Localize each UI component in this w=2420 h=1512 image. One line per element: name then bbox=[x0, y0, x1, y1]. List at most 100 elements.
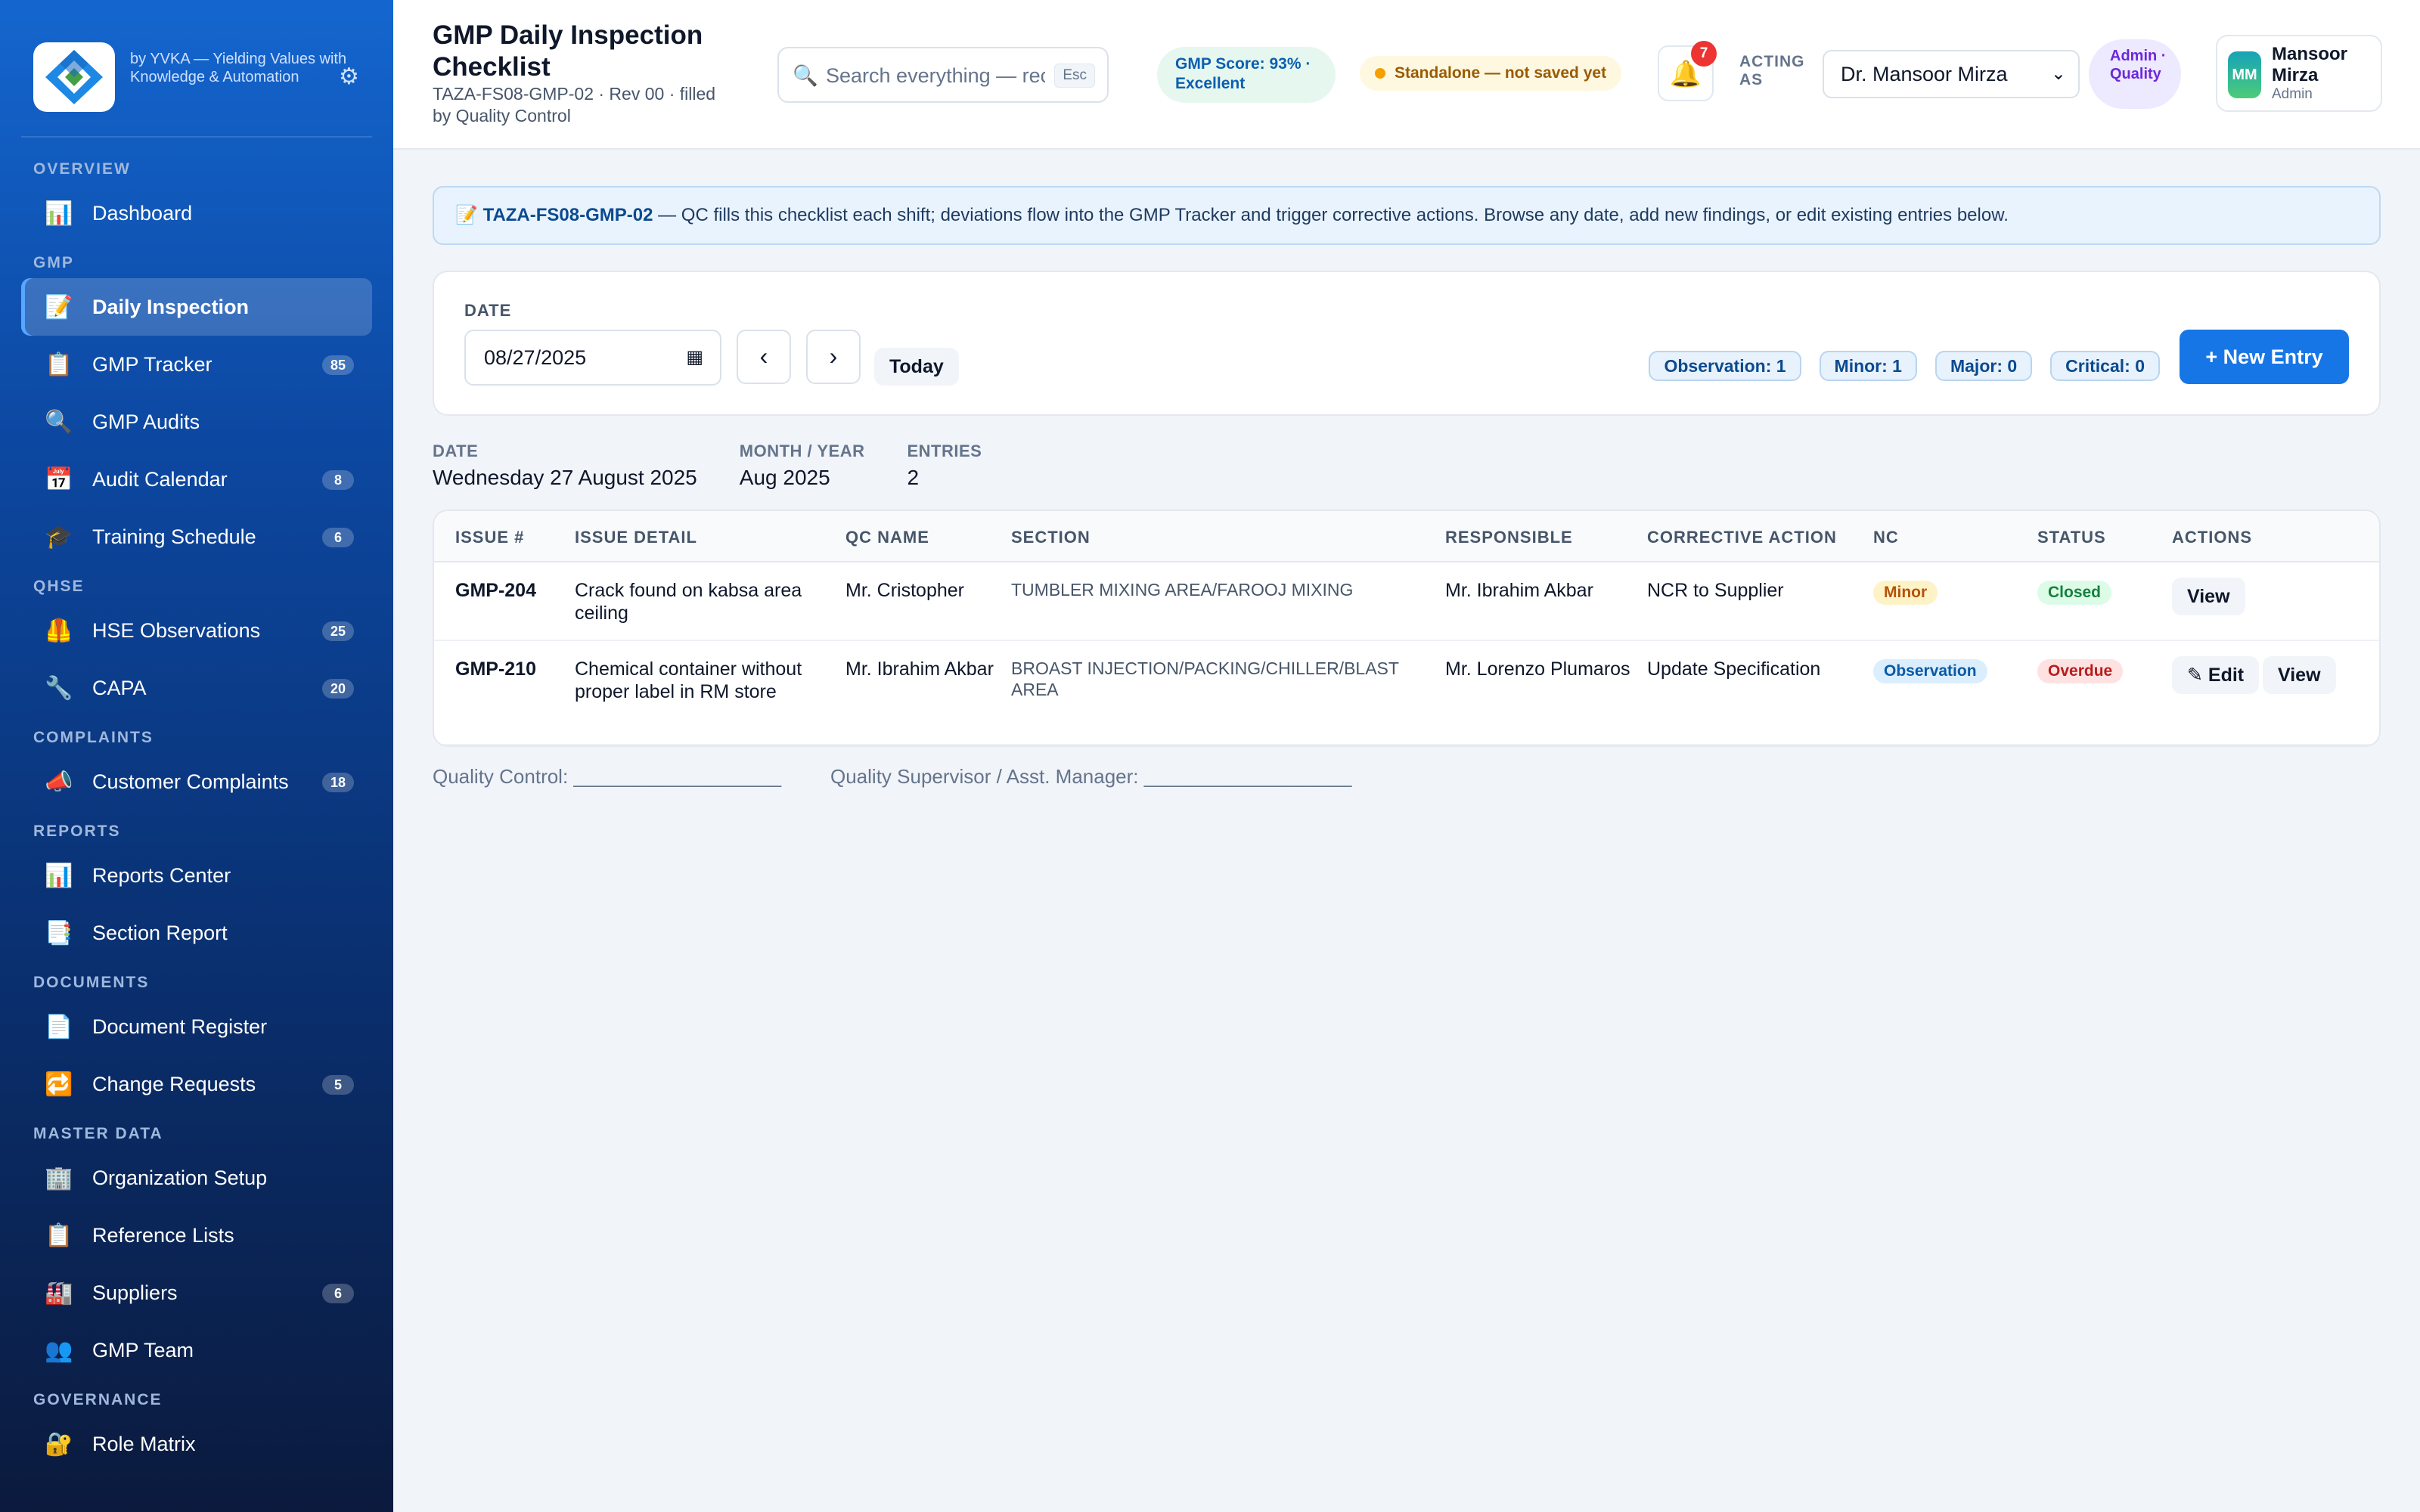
corrective-action: Update Specification bbox=[1647, 658, 1821, 680]
issue-detail: Chemical container without proper label … bbox=[575, 658, 802, 702]
summary-item: MONTH / YEAR Aug 2025 bbox=[740, 442, 865, 490]
sidebar-item-label: GMP Audits bbox=[92, 410, 200, 433]
severity-chip: Observation: 1 bbox=[1649, 351, 1801, 381]
summary-value: Wednesday 27 August 2025 bbox=[433, 466, 697, 489]
edit-button[interactable]: ✎ Edit bbox=[2172, 656, 2260, 694]
app-logo[interactable] bbox=[33, 42, 115, 112]
sidebar: by YVKA — Yielding Values with Knowledge… bbox=[0, 0, 393, 1512]
today-button[interactable]: Today bbox=[874, 348, 959, 386]
sidebar-item-gmp-team[interactable]: 👥 GMP Team bbox=[21, 1321, 372, 1379]
status-badge: Overdue bbox=[2037, 659, 2124, 683]
table-row[interactable]: GMP-204 Crack found on kabsa area ceiling… bbox=[434, 562, 2379, 641]
standalone-status: Standalone — not saved yet bbox=[1360, 56, 1622, 91]
capa-icon: 🔧 bbox=[45, 675, 73, 701]
notification-count-badge: 7 bbox=[1691, 41, 1717, 67]
nav-section-title: GMP bbox=[33, 254, 74, 271]
view-button[interactable]: View bbox=[2172, 578, 2245, 615]
change-requests-icon: 🔁 bbox=[45, 1071, 73, 1097]
sidebar-item-hse-observations[interactable]: 🦺 HSE Observations 25 bbox=[21, 602, 372, 659]
sidebar-item-label: Organization Setup bbox=[92, 1166, 268, 1189]
sidebar-item-daily-inspection[interactable]: 📝 Daily Inspection bbox=[21, 278, 372, 336]
sidebar-item-dashboard[interactable]: 📊 Dashboard bbox=[21, 184, 372, 242]
user-name: Mansoor Mirza bbox=[2272, 44, 2348, 85]
count-badge: 5 bbox=[322, 1075, 354, 1095]
sidebar-item-label: Daily Inspection bbox=[92, 295, 250, 318]
responsible-person: Mr. Ibrahim Akbar bbox=[1445, 580, 1593, 601]
sidebar-item-audit-calendar[interactable]: 📅 Audit Calendar 8 bbox=[21, 451, 372, 508]
sidebar-item-label: HSE Observations bbox=[92, 618, 261, 642]
count-badge: 20 bbox=[322, 679, 354, 699]
prev-day-button[interactable]: ‹ bbox=[737, 330, 791, 384]
view-button[interactable]: View bbox=[2263, 656, 2336, 694]
nav-section-title: DOCUMENTS bbox=[33, 974, 150, 991]
sidebar-item-document-register[interactable]: 📄 Document Register bbox=[21, 998, 372, 1055]
gear-icon[interactable]: ⚙ bbox=[339, 64, 359, 90]
count-badge: 18 bbox=[322, 773, 354, 792]
sidebar-item-label: GMP Tracker bbox=[92, 352, 213, 376]
sidebar-item-label: Document Register bbox=[92, 1015, 268, 1038]
sidebar-item-reference-lists[interactable]: 📋 Reference Lists bbox=[21, 1207, 372, 1264]
date-filter-card: DATE 08/27/2025 ▦ ‹ › Today Observation:… bbox=[433, 271, 2381, 416]
sidebar-item-customer-complaints[interactable]: 📣 Customer Complaints 18 bbox=[21, 753, 372, 810]
count-badge: 25 bbox=[322, 621, 354, 641]
count-badge: 6 bbox=[322, 528, 354, 547]
sidebar-item-label: Change Requests bbox=[92, 1072, 256, 1095]
summary-value: Aug 2025 bbox=[739, 466, 830, 489]
column-header-nc: NC bbox=[1873, 528, 1899, 547]
sidebar-item-reports-center[interactable]: 📊 Reports Center bbox=[21, 847, 372, 904]
nav-section-title: GOVERNANCE bbox=[33, 1391, 163, 1408]
sidebar-item-label: CAPA bbox=[92, 676, 147, 699]
search-input[interactable] bbox=[826, 60, 1045, 91]
column-header-corrective-action: CORRECTIVE ACTION bbox=[1647, 528, 1837, 547]
count-badge: 85 bbox=[322, 355, 354, 375]
gmp-tracker-icon: 📋 bbox=[45, 352, 73, 377]
status-dot-icon bbox=[1375, 68, 1385, 79]
nav-section-title: COMPLAINTS bbox=[33, 729, 154, 746]
banner-text: — QC fills this checklist each shift; de… bbox=[653, 205, 2009, 225]
document-register-icon: 📄 bbox=[45, 1014, 73, 1040]
brand-tagline: by YVKA — Yielding Values with Knowledge… bbox=[130, 51, 347, 85]
sidebar-item-label: Customer Complaints bbox=[92, 770, 289, 793]
acting-as-select[interactable]: Dr. Mansoor Mirza ⌄ bbox=[1823, 50, 2080, 98]
sidebar-item-change-requests[interactable]: 🔁 Change Requests 5 bbox=[21, 1055, 372, 1113]
column-header-status: STATUS bbox=[2037, 528, 2106, 547]
user-menu[interactable]: MM Mansoor Mirza Admin bbox=[2216, 35, 2382, 112]
sidebar-item-suppliers[interactable]: 🏭 Suppliers 6 bbox=[21, 1264, 372, 1321]
next-day-button[interactable]: › bbox=[806, 330, 861, 384]
sidebar-item-capa[interactable]: 🔧 CAPA 20 bbox=[21, 659, 372, 717]
day-summary: DATE Wednesday 27 August 2025 MONTH / YEAR… bbox=[433, 442, 1024, 490]
avatar: MM bbox=[2228, 51, 2261, 98]
memo-icon: 📝 bbox=[455, 205, 478, 225]
sidebar-item-gmp-tracker[interactable]: 📋 GMP Tracker 85 bbox=[21, 336, 372, 393]
notifications-button[interactable]: 🔔 7 bbox=[1658, 41, 1717, 101]
hse-observations-icon: 🦺 bbox=[45, 618, 73, 643]
table-row[interactable]: GMP-210 Chemical container without proper… bbox=[434, 641, 2379, 745]
page-subtitle: TAZA-FS08-GMP-02 · Rev 00 · filled by Qu… bbox=[433, 84, 716, 125]
sidebar-item-label: GMP Team bbox=[92, 1338, 194, 1362]
table-header: ISSUE # ISSUE DETAIL QC NAME SECTION RESPONS… bbox=[434, 511, 2379, 562]
sidebar-item-section-report[interactable]: 📑 Section Report bbox=[21, 904, 372, 962]
global-search[interactable]: 🔍 Esc bbox=[777, 47, 1109, 103]
column-header-section: SECTION bbox=[1011, 528, 1091, 547]
nav-section-title: OVERVIEW bbox=[33, 160, 131, 178]
info-banner: 📝 TAZA-FS08-GMP-02 — QC fills this check… bbox=[433, 186, 2381, 245]
column-header-qc-name: QC NAME bbox=[845, 528, 929, 547]
reports-center-icon: 📊 bbox=[45, 863, 73, 888]
issue-number: GMP-210 bbox=[455, 658, 536, 680]
reference-lists-icon: 📋 bbox=[45, 1222, 73, 1248]
new-entry-button[interactable]: + New Entry bbox=[2180, 330, 2349, 384]
chevron-down-icon: ⌄ bbox=[2050, 64, 2066, 84]
date-input[interactable]: 08/27/2025 ▦ bbox=[464, 330, 721, 386]
calendar-icon[interactable]: ▦ bbox=[686, 331, 703, 384]
nav-section-title: QHSE bbox=[33, 578, 85, 595]
nav-section-title: REPORTS bbox=[33, 823, 121, 840]
column-header-issue: ISSUE # bbox=[455, 528, 525, 547]
top-header: GMP Daily Inspection Checklist TAZA-FS08… bbox=[393, 0, 2420, 150]
sidebar-item-role-matrix[interactable]: 🔐 Role Matrix bbox=[21, 1415, 372, 1473]
qc-name: Mr. Cristopher bbox=[845, 580, 964, 601]
sidebar-item-organization-setup[interactable]: 🏢 Organization Setup bbox=[21, 1149, 372, 1207]
count-badge: 8 bbox=[322, 470, 354, 490]
sidebar-item-gmp-audits[interactable]: 🔍 GMP Audits bbox=[21, 393, 372, 451]
severity-chip: Critical: 0 bbox=[2050, 351, 2160, 381]
sidebar-item-training-schedule[interactable]: 🎓 Training Schedule 6 bbox=[21, 508, 372, 565]
